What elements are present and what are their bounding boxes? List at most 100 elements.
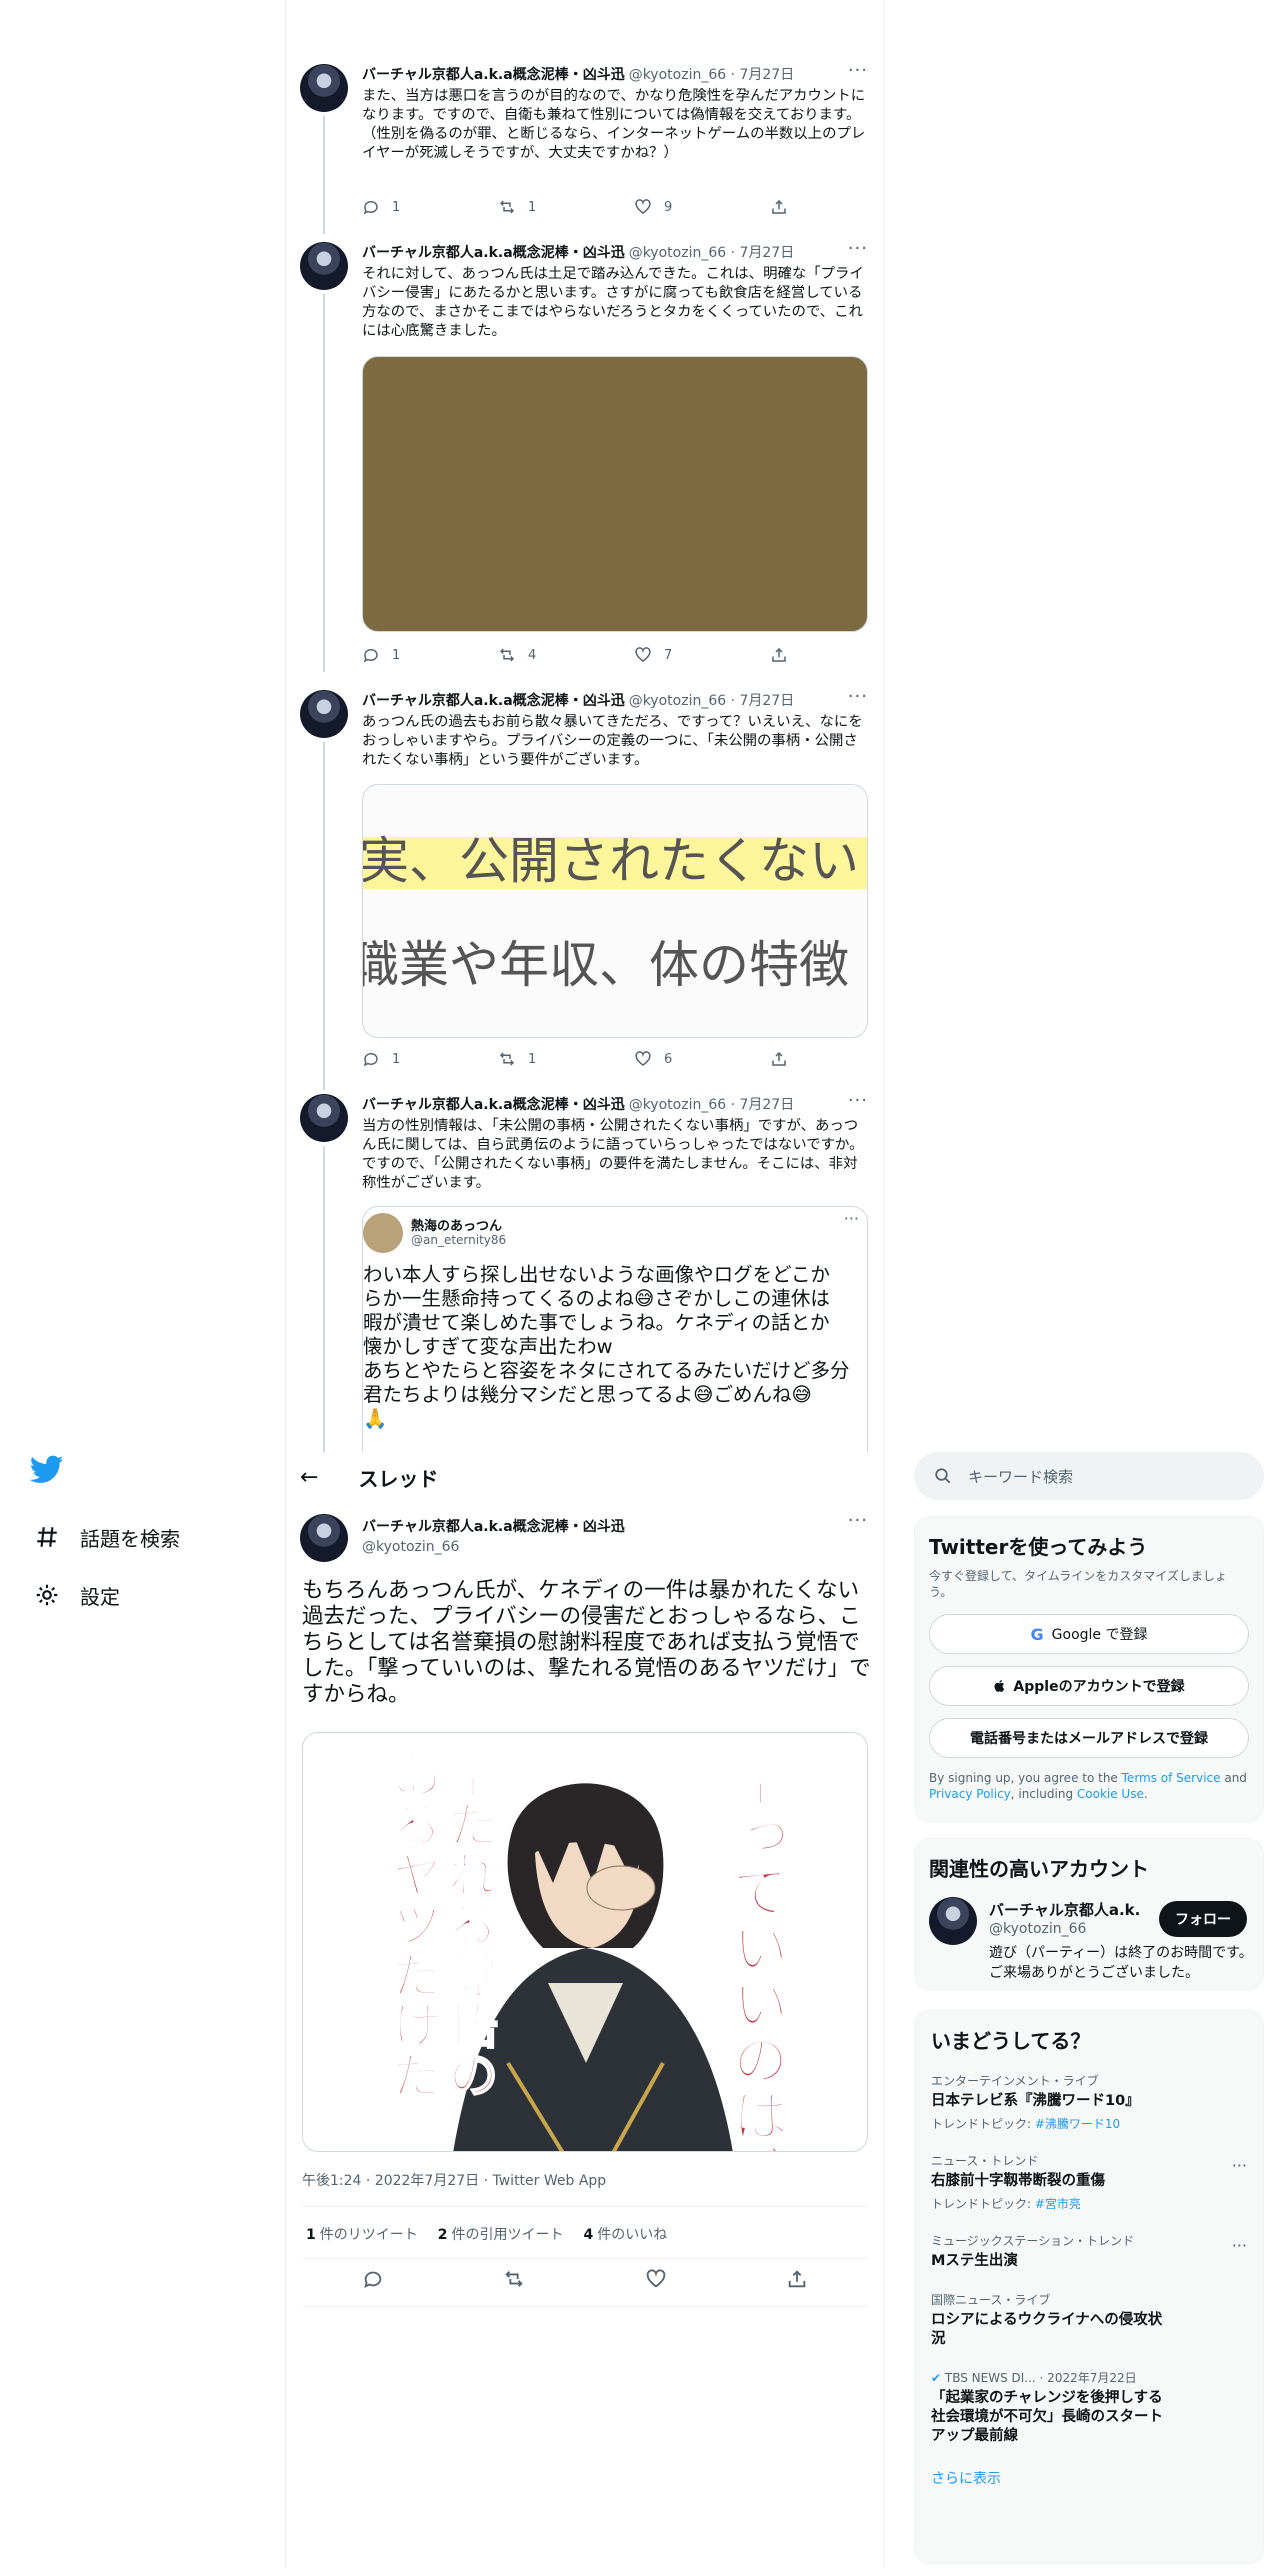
tweet-author-name[interactable]: バーチャル京都人a.k.a概念泥棒・凶斗迅 bbox=[362, 64, 625, 84]
nav-settings-label: 設定 bbox=[80, 1584, 120, 1609]
quoted-author-name: 熱海のあっつん bbox=[411, 1219, 503, 1234]
more-options-icon[interactable]: ··· bbox=[848, 60, 868, 81]
phone-email-signup-button[interactable]: 電話番号またはメールアドレスで登録 bbox=[929, 1718, 1249, 1758]
thread-tweet-3[interactable]: バーチャル京都人a.k.a概念泥棒・凶斗迅 @kyotozin_66 · 7月2… bbox=[300, 686, 874, 1090]
more-options-icon[interactable]: ··· bbox=[848, 686, 868, 707]
avatar[interactable] bbox=[300, 242, 348, 290]
privacy-link[interactable]: Privacy Policy bbox=[929, 1787, 1011, 1801]
more-options-icon[interactable]: ··· bbox=[848, 1094, 868, 1111]
related-account-name[interactable]: バーチャル京都人a.k... bbox=[989, 1899, 1139, 1920]
like-button[interactable]: 7 bbox=[634, 646, 770, 664]
share-button[interactable] bbox=[770, 646, 906, 664]
image-caption-right: 撃っていいのは、 bbox=[722, 1750, 790, 2152]
tweet-handle-date[interactable]: @kyotozin_66 · 7月27日 bbox=[629, 64, 795, 84]
main-tweet-actions bbox=[302, 2268, 868, 2290]
share-button[interactable] bbox=[770, 1050, 906, 1068]
search-box[interactable]: キーワード検索 bbox=[914, 1452, 1264, 1500]
back-arrow-icon[interactable]: ← bbox=[300, 1465, 318, 1490]
retweet-icon bbox=[499, 1052, 515, 1066]
more-options-icon[interactable]: ··· bbox=[1232, 2156, 1247, 2175]
like-button[interactable]: 9 bbox=[634, 198, 770, 216]
thread-line bbox=[323, 1146, 325, 1452]
like-count[interactable]: 4 件のいいね bbox=[584, 2224, 668, 2244]
tweet-text: 当方の性別情報は、「未公開の事柄・公開されたくない事柄」ですが、あっつん氏に関し… bbox=[362, 1118, 864, 1191]
retweet-button[interactable]: 1 bbox=[498, 1050, 634, 1068]
terms-link[interactable]: Terms of Service bbox=[1122, 1771, 1221, 1785]
more-options-icon[interactable]: ··· bbox=[1232, 2236, 1247, 2255]
reply-icon[interactable] bbox=[362, 2268, 384, 2290]
share-icon[interactable] bbox=[786, 2268, 808, 2290]
nav-explore[interactable]: 話題を検索 bbox=[30, 1508, 280, 1566]
tweet-image[interactable]: 実、公開されたくない 職業や年収、体の特徴 bbox=[362, 784, 868, 1038]
news-item[interactable]: ✔ TBS NEWS DI... · 2022年7月22日 「起業家のチャレンジ… bbox=[915, 2359, 1263, 2456]
tweet-actions: 1 4 7 bbox=[362, 646, 906, 664]
related-accounts-card: 関連性の高いアカウント バーチャル京都人a.k... @kyotozin_66 … bbox=[914, 1838, 1264, 1990]
google-signup-button[interactable]: G Google で登録 bbox=[929, 1614, 1249, 1654]
tweet-handle-date[interactable]: @kyotozin_66 · 7月27日 bbox=[629, 690, 795, 710]
twitter-bird-icon[interactable] bbox=[30, 1452, 64, 1486]
tweet-handle-date[interactable]: @kyotozin_66 · 7月27日 bbox=[629, 1094, 795, 1114]
avatar[interactable] bbox=[300, 1094, 348, 1142]
avatar[interactable] bbox=[300, 64, 348, 112]
image-text-line-1: 実、公開されたくない bbox=[362, 832, 859, 890]
retweet-icon[interactable] bbox=[503, 2268, 525, 2290]
thread-line bbox=[323, 742, 325, 1090]
tweet-author-name[interactable]: バーチャル京都人a.k.a概念泥棒・凶斗迅 bbox=[362, 1516, 625, 1536]
gear-icon bbox=[30, 1578, 64, 1612]
thread-tweet-4[interactable]: バーチャル京都人a.k.a概念泥棒・凶斗迅 @kyotozin_66 · 7月2… bbox=[300, 1094, 874, 1452]
show-more-link[interactable]: さらに表示 bbox=[915, 2456, 1263, 2500]
tweet-stats: 1 件のリツイート 2 件の引用ツイート 4 件のいいね bbox=[306, 2224, 667, 2244]
avatar[interactable] bbox=[300, 690, 348, 738]
trend-item[interactable]: エンターテインメント・ライブ 日本テレビ系『沸騰ワード10』 トレンドトピック:… bbox=[915, 2062, 1263, 2142]
tweet-image[interactable] bbox=[362, 356, 868, 632]
avatar[interactable] bbox=[300, 1514, 348, 1562]
main-tweet-image[interactable]: 撃っていいのは、 撃たれる覚悟のあるヤツだけだ bbox=[302, 1732, 868, 2152]
more-options-icon[interactable]: ··· bbox=[848, 1510, 868, 1531]
tweet-author-name[interactable]: バーチャル京都人a.k.a概念泥棒・凶斗迅 bbox=[362, 242, 625, 262]
apple-signup-button[interactable]: Appleのアカウントで登録 bbox=[929, 1666, 1249, 1706]
more-options-icon[interactable]: ··· bbox=[848, 238, 868, 259]
heart-icon bbox=[635, 199, 651, 214]
tweet-author-name[interactable]: バーチャル京都人a.k.a概念泥棒・凶斗迅 bbox=[362, 690, 625, 710]
trends-title: いまどうしてる？ bbox=[931, 2029, 1091, 2053]
quote-count[interactable]: 2 件の引用ツイート bbox=[438, 2224, 564, 2244]
image-text-line-2: 職業や年収、体の特徴 bbox=[362, 936, 849, 994]
retweet-button[interactable]: 4 bbox=[498, 646, 634, 664]
thread-tweet-1[interactable]: バーチャル京都人a.k.a概念泥棒・凶斗迅 @kyotozin_66 · 7月2… bbox=[300, 60, 874, 234]
retweet-icon bbox=[499, 200, 515, 214]
quoted-tweet[interactable]: 熱海のあっつん @an_eternity86 ··· わい本人すら探し出せないよ… bbox=[362, 1206, 868, 1452]
thread-tweet-2[interactable]: バーチャル京都人a.k.a概念泥棒・凶斗迅 @kyotozin_66 · 7月2… bbox=[300, 238, 874, 672]
heart-icon[interactable] bbox=[645, 2268, 667, 2290]
retweet-count[interactable]: 1 件のリツイート bbox=[306, 2224, 418, 2244]
reply-button[interactable]: 1 bbox=[362, 198, 498, 216]
nav-settings[interactable]: 設定 bbox=[30, 1566, 280, 1624]
cookie-link[interactable]: Cookie Use bbox=[1077, 1787, 1144, 1801]
tweet-timestamp[interactable]: 午後1:24 · 2022年7月27日 · Twitter Web App bbox=[302, 2170, 606, 2190]
reply-button[interactable]: 1 bbox=[362, 1050, 498, 1068]
reply-button[interactable]: 1 bbox=[362, 646, 498, 664]
heart-icon bbox=[635, 647, 651, 662]
nav-explore-label: 話題を検索 bbox=[80, 1526, 180, 1551]
search-icon bbox=[935, 1468, 951, 1484]
share-button[interactable] bbox=[770, 198, 906, 216]
quoted-avatar bbox=[363, 1213, 403, 1253]
trend-item[interactable]: 国際ニュース・ライブ ロシアによるウクライナへの侵攻状況 bbox=[915, 2281, 1263, 2359]
share-icon bbox=[772, 1051, 786, 1066]
trend-item[interactable]: ミュージックステーション・トレンド Mステ生出演 ··· bbox=[915, 2222, 1263, 2281]
follow-button[interactable]: フォロー bbox=[1159, 1901, 1247, 1937]
left-column-border bbox=[285, 0, 286, 2568]
trend-item[interactable]: ニュース・トレンド 右膝前十字靱帯断裂の重傷 トレンドトピック: #宮市亮 ··… bbox=[915, 2142, 1263, 2222]
page-title: スレッド bbox=[358, 1466, 439, 1491]
tweet-actions: 1 1 9 bbox=[362, 198, 906, 216]
more-options-icon[interactable]: ··· bbox=[844, 1209, 859, 1228]
tweet-handle[interactable]: @kyotozin_66 bbox=[362, 1539, 868, 1555]
retweet-button[interactable]: 1 bbox=[498, 198, 634, 216]
related-account-handle[interactable]: @kyotozin_66 bbox=[989, 1921, 1086, 1937]
avatar[interactable] bbox=[929, 1897, 977, 1945]
tweet-author-name[interactable]: バーチャル京都人a.k.a概念泥棒・凶斗迅 bbox=[362, 1094, 625, 1114]
tweet-text: それに対して、あっつん氏は土足で踏み込んできた。これは、明確な「プライバシー侵害… bbox=[362, 266, 864, 339]
tweet-handle-date[interactable]: @kyotozin_66 · 7月27日 bbox=[629, 242, 795, 262]
tweet-text: また、当方は悪口を言うのが目的なので、かなり危険性を孕んだアカウントになります。… bbox=[362, 88, 866, 161]
like-button[interactable]: 6 bbox=[634, 1050, 770, 1068]
apple-icon bbox=[994, 1680, 1005, 1692]
